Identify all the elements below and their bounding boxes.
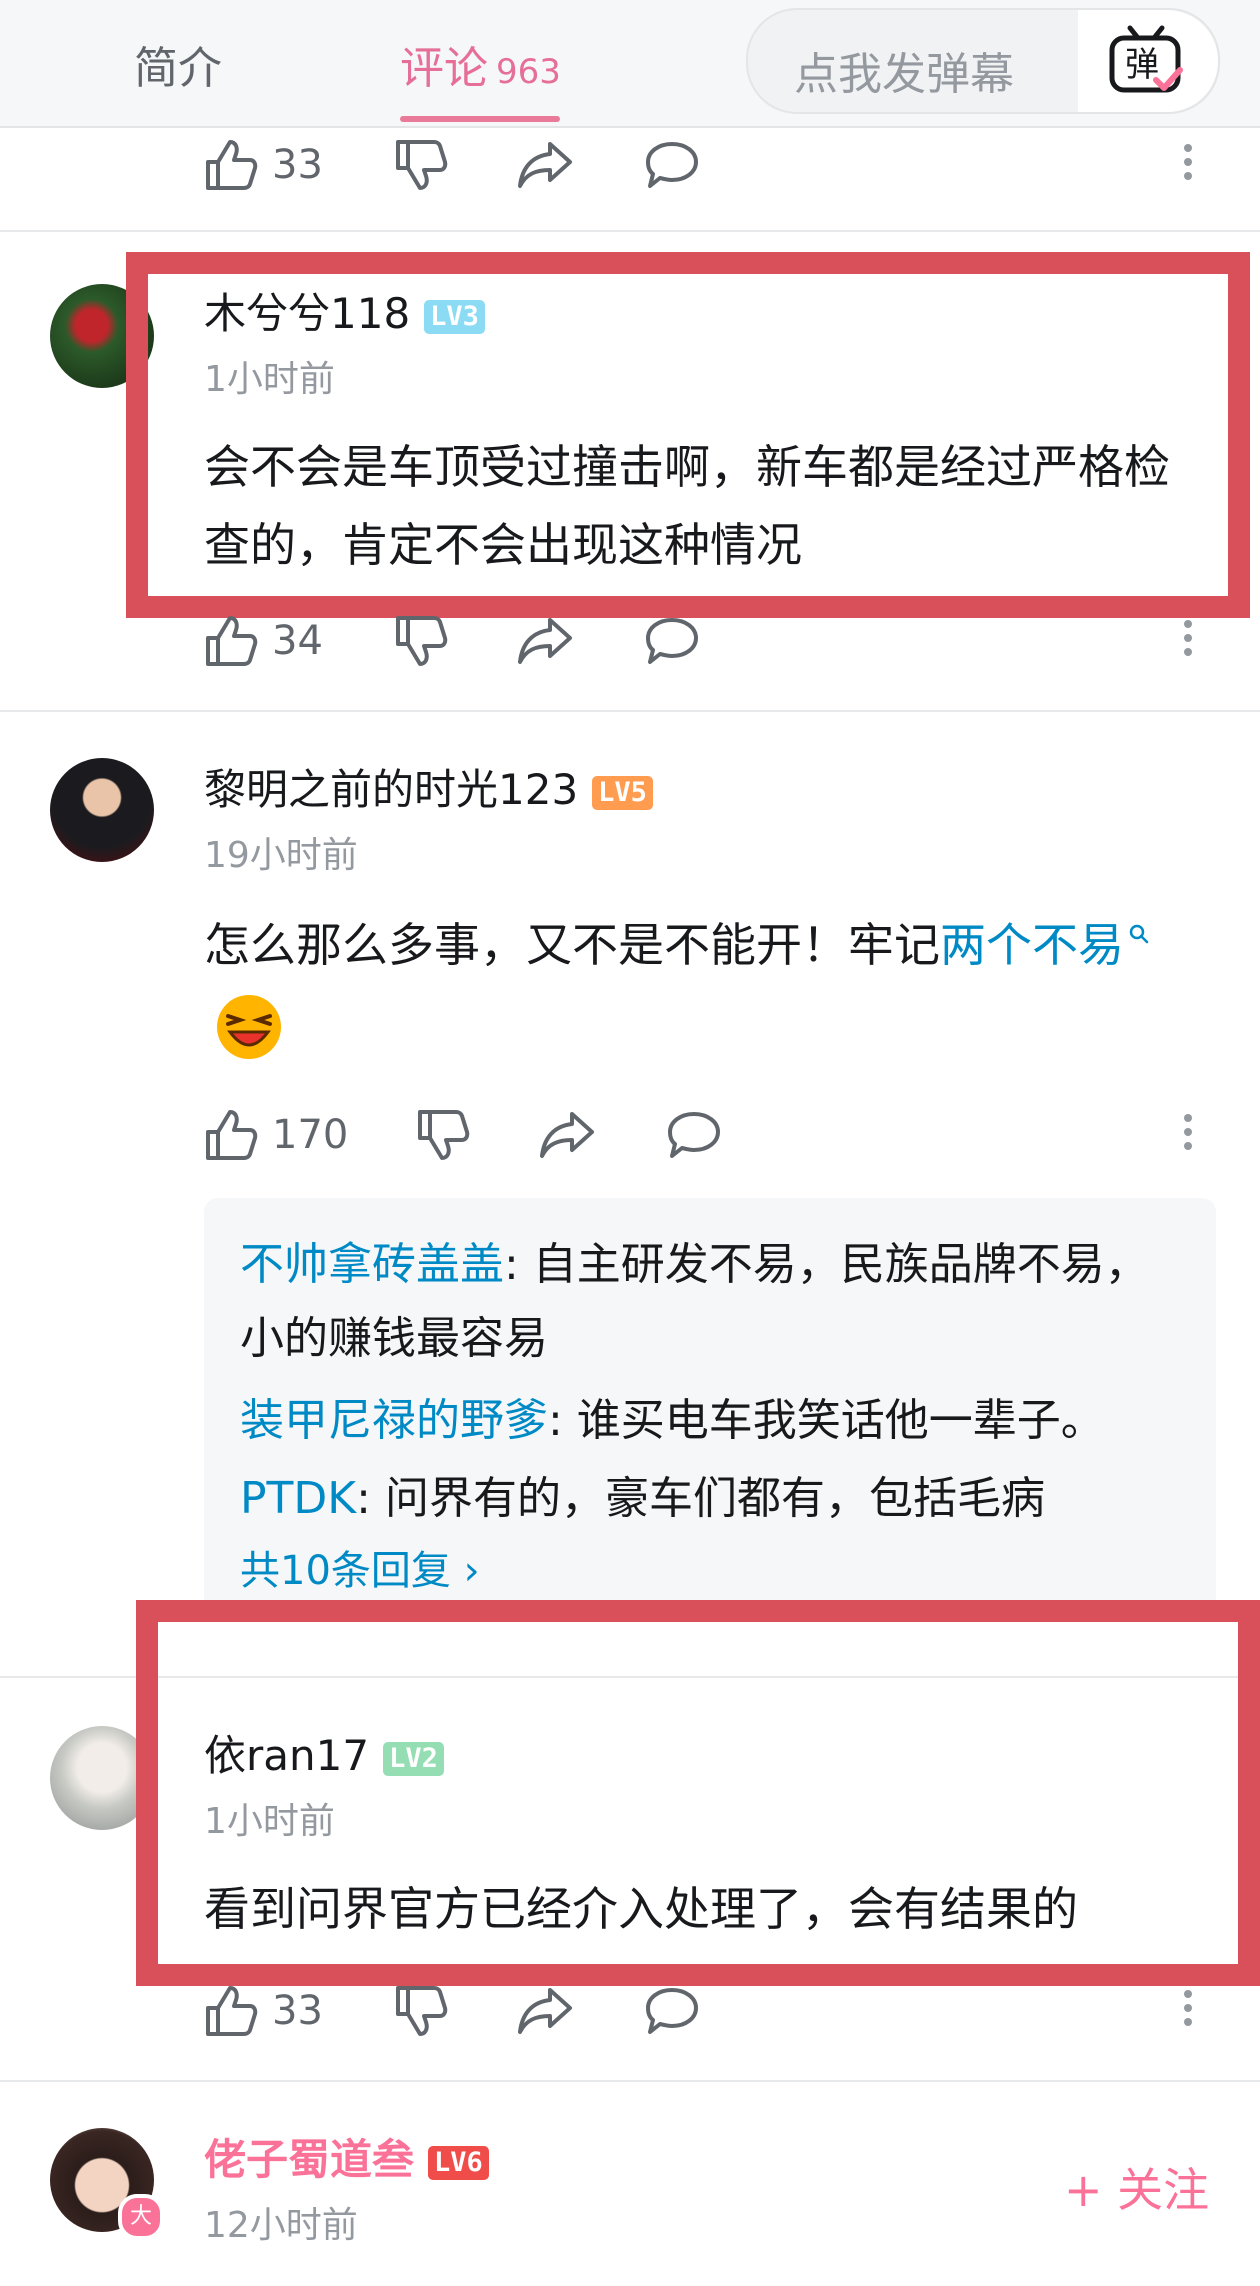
reply-item[interactable]: PTDK: 问界有的，豪车们都有，包括毛病 xyxy=(240,1462,1180,1536)
like-count: 33 xyxy=(272,142,323,188)
view-all-replies-link[interactable]: 共10条回复 › xyxy=(240,1538,480,1596)
dislike-button[interactable] xyxy=(416,1108,470,1162)
level-badge: LV3 xyxy=(424,299,485,334)
share-button[interactable] xyxy=(516,614,574,668)
reply-preview-panel[interactable]: 不帅拿砖盖盖: 自主研发不易，民族品牌不易，小的赚钱最容易 装甲尼禄的野爹: 谁… xyxy=(204,1198,1216,1618)
danmaku-toggle-button[interactable]: 弹 xyxy=(1078,10,1218,112)
thumbs-down-icon xyxy=(396,616,448,666)
comment-count: 963 xyxy=(496,52,561,92)
comment-time: 1小时前 xyxy=(204,1801,335,1842)
comment-actions: 170 xyxy=(204,1108,1214,1168)
dislike-button[interactable] xyxy=(394,614,448,668)
more-dots-icon xyxy=(1184,1984,1192,2032)
active-tab-indicator xyxy=(400,116,560,122)
danmaku-input[interactable]: 点我发弹幕 弹 xyxy=(746,8,1220,114)
username-text: 佬子蜀道叁 xyxy=(204,2135,415,2184)
more-dots-icon xyxy=(1184,614,1192,662)
share-icon xyxy=(518,618,572,664)
thumbs-down-icon xyxy=(396,140,448,190)
username[interactable]: 黎明之前的时光123 LV5 xyxy=(204,756,653,817)
thumbs-down-icon xyxy=(418,1110,470,1160)
more-options-button[interactable] xyxy=(1184,614,1196,662)
thumbs-up-icon xyxy=(206,1986,258,2036)
level-badge: LV6 xyxy=(428,2145,489,2180)
more-options-button[interactable] xyxy=(1184,1984,1196,2032)
more-dots-icon xyxy=(1184,1108,1192,1156)
more-options-button[interactable] xyxy=(1184,138,1196,186)
username-text: 木兮兮118 xyxy=(204,289,411,338)
like-count: 33 xyxy=(272,1988,323,2034)
thumbs-up-icon xyxy=(206,1110,258,1160)
share-button[interactable] xyxy=(538,1108,596,1162)
tab-comments[interactable]: 评论 963 xyxy=(400,32,561,96)
header-bar: 简介 评论 963 点我发弹幕 弹 xyxy=(0,0,1260,128)
comment-time: 1小时前 xyxy=(204,359,335,400)
comment-text: 看到问界官方已经介入处理了，会有结果的 xyxy=(204,1882,1078,1936)
danmaku-placeholder: 点我发弹幕 xyxy=(794,49,1014,100)
username[interactable]: 佬子蜀道叁 LV6 xyxy=(204,2126,489,2187)
username[interactable]: 木兮兮118 LV3 xyxy=(204,280,485,341)
comment-text: 怎么那么多事，又不是不能开！牢记两个不易 xyxy=(204,906,1214,1062)
divider xyxy=(0,2080,1260,2082)
reply-button[interactable] xyxy=(666,1108,722,1162)
comment-actions: 33 xyxy=(204,1984,1214,2044)
more-options-button[interactable] xyxy=(1184,1108,1196,1156)
reply-item[interactable]: 不帅拿砖盖盖: 自主研发不易，民族品牌不易，小的赚钱最容易 xyxy=(240,1228,1180,1376)
reply-button[interactable] xyxy=(644,614,700,668)
search-icon xyxy=(1129,924,1149,943)
reply-text: : 问界有的，豪车们都有，包括毛病 xyxy=(356,1473,1045,1524)
tab-comments-label: 评论 xyxy=(400,43,488,94)
dislike-button[interactable] xyxy=(394,1984,448,2038)
reply-button[interactable] xyxy=(644,1984,700,2038)
level-badge: LV5 xyxy=(592,775,653,810)
reply-button[interactable] xyxy=(644,138,700,192)
comment-text: 会不会是车顶受过撞击啊，新车都是经过严格检查的，肯定不会出现这种情况 xyxy=(204,440,1170,572)
reply-username[interactable]: PTDK xyxy=(240,1473,356,1524)
follow-button[interactable]: + 关注 xyxy=(1064,2154,1209,2220)
like-button[interactable]: 33 xyxy=(204,1984,323,2038)
comment-actions: 33 xyxy=(204,138,1214,198)
thumbs-up-icon xyxy=(206,140,258,190)
vip-badge: 大 xyxy=(118,2194,164,2240)
share-button[interactable] xyxy=(516,1984,574,2038)
like-button[interactable]: 33 xyxy=(204,138,323,192)
dislike-button[interactable] xyxy=(394,138,448,192)
comment-time: 19小时前 xyxy=(204,835,358,876)
comment-text-plain: 怎么那么多事，又不是不能开！牢记 xyxy=(204,918,940,972)
username-text: 依ran17 xyxy=(204,1731,370,1780)
share-icon xyxy=(540,1112,594,1158)
divider xyxy=(0,710,1260,712)
username-text: 黎明之前的时光123 xyxy=(204,765,579,814)
like-count: 170 xyxy=(272,1112,349,1158)
thumbs-up-icon xyxy=(206,616,258,666)
tab-intro-label: 简介 xyxy=(134,43,222,94)
comment-actions: 34 xyxy=(204,614,1214,674)
danmaku-tv-icon: 弹 xyxy=(1109,25,1183,93)
share-icon xyxy=(518,1988,572,2034)
thumbs-down-icon xyxy=(396,1986,448,2036)
avatar[interactable] xyxy=(50,758,154,862)
laughing-emoji-icon xyxy=(217,994,281,1059)
like-count: 34 xyxy=(272,618,323,664)
search-keyword-link[interactable]: 两个不易 xyxy=(940,918,1124,972)
share-button[interactable] xyxy=(516,138,574,192)
reply-username[interactable]: 装甲尼禄的野爹 xyxy=(240,1395,548,1446)
level-badge: LV2 xyxy=(383,1741,444,1776)
share-icon xyxy=(518,142,572,188)
tab-intro[interactable]: 简介 xyxy=(134,32,222,96)
reply-item[interactable]: 装甲尼禄的野爹: 谁买电车我笑话他一辈子。 xyxy=(240,1384,1180,1458)
username[interactable]: 依ran17 LV2 xyxy=(204,1722,444,1783)
reply-text: : 谁买电车我笑话他一辈子。 xyxy=(548,1395,1105,1446)
comment-time: 12小时前 xyxy=(204,2205,358,2246)
like-button[interactable]: 34 xyxy=(204,614,323,668)
like-button[interactable]: 170 xyxy=(204,1108,348,1162)
more-dots-icon xyxy=(1184,138,1192,186)
reply-username[interactable]: 不帅拿砖盖盖 xyxy=(240,1239,504,1290)
divider xyxy=(0,230,1260,232)
comment-bubble-icon xyxy=(646,618,698,664)
comment-bubble-icon xyxy=(646,1988,698,2034)
comment-bubble-icon xyxy=(646,142,698,188)
comment-bubble-icon xyxy=(668,1112,720,1158)
